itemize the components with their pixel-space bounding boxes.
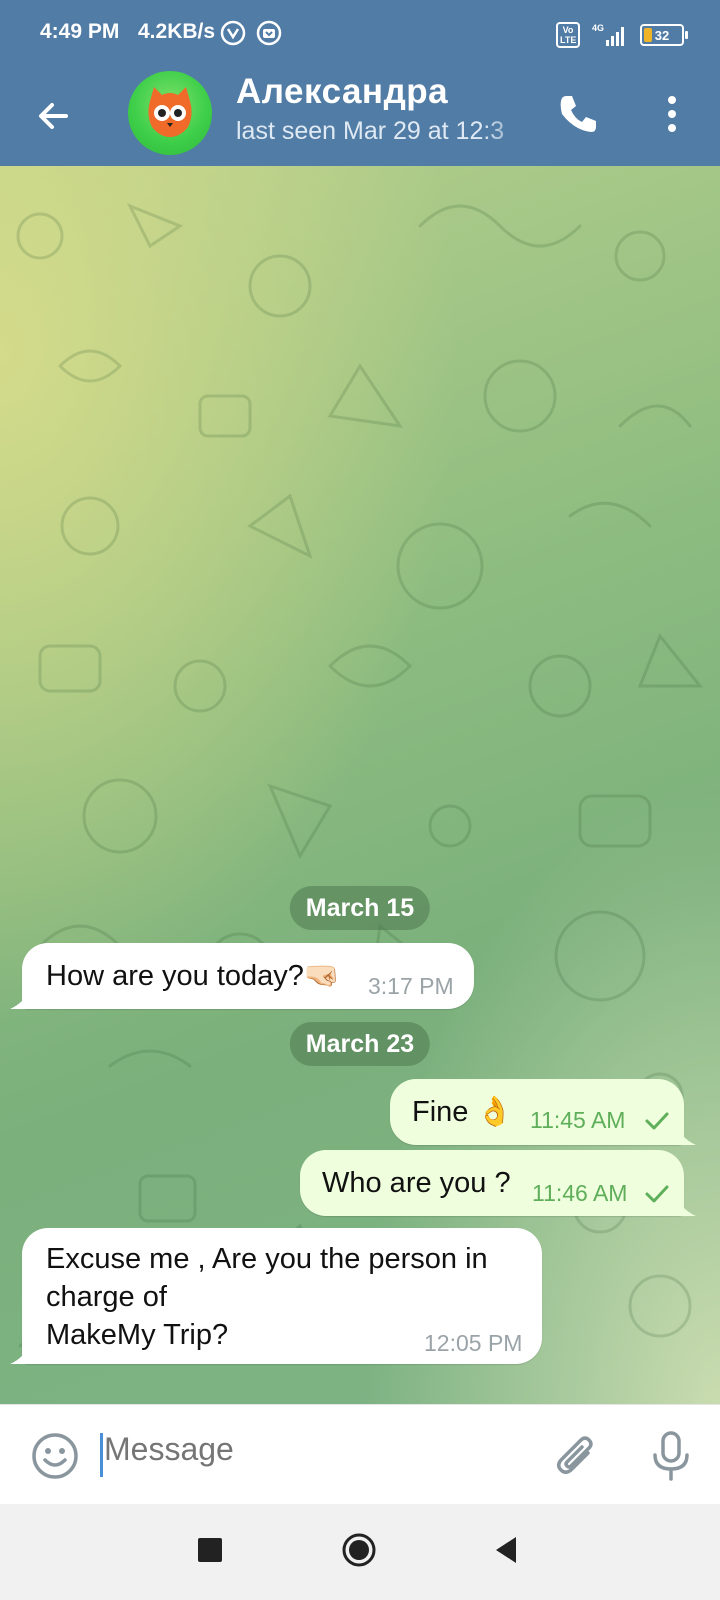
message-composer [0, 1404, 720, 1505]
emoji-icon[interactable] [30, 1431, 80, 1481]
sent-check-icon [645, 1185, 669, 1203]
incoming-message[interactable]: Excuse me , Are you the person in charge… [10, 1228, 542, 1364]
doodle-pattern [16, 203, 704, 1348]
system-navigation-bar [0, 1504, 720, 1600]
last-seen-status: last seen Mar 29 at 12:3 [236, 117, 505, 145]
chat-header: Александра last seen Mar 29 at 12:3 [0, 68, 720, 166]
bubble-tail [10, 987, 32, 1009]
signal-icon: 4G [592, 23, 624, 46]
contact-name[interactable]: Александра [236, 72, 448, 112]
vpn-icon [220, 20, 246, 46]
text-cursor [100, 1433, 103, 1477]
bubble-tail [674, 1123, 696, 1145]
status-time: 4:49 PM [40, 20, 120, 43]
message-text: Who are you ? [322, 1167, 511, 1199]
outgoing-message[interactable]: Who are you ? 11:46 AM [300, 1150, 696, 1216]
recent-apps-button[interactable] [198, 1538, 222, 1562]
bubble-tail [674, 1194, 696, 1216]
message-time: 11:46 AM [532, 1180, 628, 1206]
status-bar: 4:49 PM 4.2KB/s Vo LTE 4G 32 [0, 0, 720, 68]
message-line: Excuse me , Are you the person in [46, 1243, 488, 1275]
date-separator: March 23 [289, 1022, 431, 1066]
phone-call-icon[interactable] [552, 88, 604, 140]
chat-background[interactable]: March 15 How are you today?🤜🏻 3:17 PM Ma… [0, 166, 720, 1404]
message-text: How are you today?🤜🏻 [46, 960, 341, 992]
svg-text:4G: 4G [592, 23, 604, 33]
attach-icon[interactable] [552, 1431, 600, 1481]
message-time: 12:05 PM [424, 1330, 523, 1356]
download-icon [256, 20, 282, 46]
home-button[interactable] [341, 1532, 377, 1568]
more-options-icon[interactable] [650, 88, 694, 140]
message-text: Fine 👌 [412, 1096, 513, 1128]
volte-icon: Vo LTE [556, 22, 580, 48]
back-arrow-icon[interactable] [30, 92, 78, 140]
battery-icon: 32 [640, 24, 688, 46]
incoming-message[interactable]: How are you today?🤜🏻 3:17 PM [10, 943, 474, 1009]
back-button[interactable] [492, 1534, 520, 1566]
message-input[interactable] [104, 1431, 524, 1468]
status-network-speed: 4.2KB/s [138, 20, 216, 43]
message-text: Excuse me , Are you the person in charge… [46, 1240, 488, 1354]
message-time: 11:45 AM [530, 1107, 626, 1133]
sent-check-icon [645, 1112, 669, 1130]
date-separator: March 15 [289, 886, 431, 930]
message-line: charge of [46, 1281, 167, 1313]
message-line: MakeMy Trip? [46, 1319, 229, 1351]
contact-avatar[interactable] [128, 71, 212, 155]
outgoing-message[interactable]: Fine 👌 11:45 AM [390, 1079, 696, 1145]
bubble-tail [10, 1342, 32, 1364]
microphone-icon[interactable] [648, 1429, 694, 1483]
message-time: 3:17 PM [368, 973, 454, 999]
owl-avatar-icon [148, 87, 192, 137]
battery-level: 32 [654, 27, 670, 43]
